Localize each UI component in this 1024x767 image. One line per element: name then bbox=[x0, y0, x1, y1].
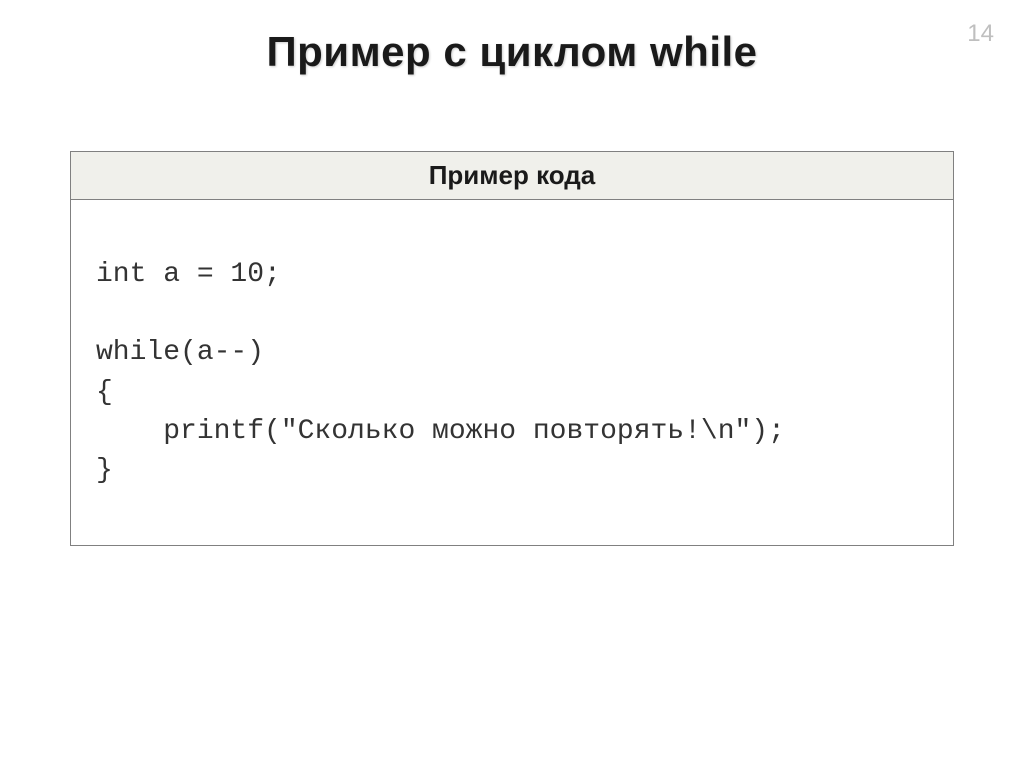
code-box-header: Пример кода bbox=[71, 152, 953, 200]
code-example-box: Пример кода int a = 10; while(a--) { pri… bbox=[70, 151, 954, 546]
page-number: 14 bbox=[967, 20, 994, 48]
code-box-body: int a = 10; while(a--) { printf("Сколько… bbox=[71, 200, 953, 545]
slide-title: Пример с циклом while bbox=[0, 0, 1024, 76]
